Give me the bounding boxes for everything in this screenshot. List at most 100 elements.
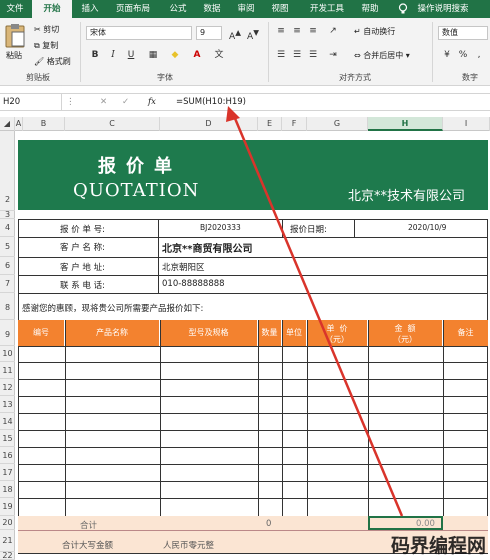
total-quantity[interactable]: 0 <box>266 519 271 529</box>
row-header[interactable]: 15 <box>0 430 15 447</box>
enter-icon[interactable]: ✓ <box>122 97 129 107</box>
row-header[interactable]: 14 <box>0 413 15 430</box>
address-value[interactable]: 北京朝阳区 <box>162 261 205 273</box>
column-header-A[interactable]: A <box>15 117 23 131</box>
row-header[interactable]: 10 <box>0 346 15 362</box>
select-all-corner[interactable]: ◢ <box>0 117 15 131</box>
row-header[interactable]: 6 <box>0 257 15 275</box>
wrap-text-button[interactable]: ↵ 自动换行 <box>354 26 395 37</box>
column-header-H[interactable]: H <box>368 117 443 131</box>
clipboard-group-label: 剪贴板 <box>26 73 50 82</box>
font-name-select[interactable]: 宋体 <box>86 26 192 40</box>
tab-help[interactable]: 帮助 <box>356 0 384 18</box>
align-left-icon[interactable]: ☰ <box>274 48 288 62</box>
quote-date-value[interactable]: 2020/10/9 <box>408 223 446 232</box>
merge-center-button[interactable]: ⇔ 合并后居中 ▾ <box>354 50 410 61</box>
cancel-icon[interactable]: ✕ <box>100 97 107 107</box>
tab-view[interactable]: 视图 <box>266 0 294 18</box>
row-header[interactable]: 12 <box>0 379 15 396</box>
column-header-D[interactable]: D <box>160 117 258 131</box>
quote-no-value[interactable]: BJ2020333 <box>200 223 241 232</box>
border-icon[interactable]: ▦ <box>146 48 160 62</box>
shrink-font-icon[interactable]: A▼ <box>246 26 260 42</box>
italic-button[interactable]: I <box>106 48 120 62</box>
tab-review[interactable]: 审阅 <box>232 0 260 18</box>
column-header-B[interactable]: B <box>23 117 65 131</box>
column-header-I[interactable]: I <box>443 117 490 131</box>
active-cell-H20[interactable] <box>368 516 443 530</box>
tab-data[interactable]: 数据 <box>198 0 226 18</box>
tab-home[interactable]: 开始 <box>32 0 72 18</box>
row-header[interactable]: 13 <box>0 396 15 413</box>
insert-function-icon[interactable]: fx <box>148 97 156 107</box>
border-line <box>18 498 488 499</box>
phone-value[interactable]: 010-88888888 <box>162 279 225 289</box>
row-header[interactable]: 3 <box>0 211 15 219</box>
border-line <box>158 219 159 293</box>
row-header[interactable]: 20 <box>0 516 15 530</box>
indent-icon[interactable]: ⇥ <box>326 48 340 62</box>
row-header[interactable]: 19 <box>0 498 15 516</box>
tab-page-layout[interactable]: 页面布局 <box>110 0 156 18</box>
align-top-icon[interactable]: ≡ <box>274 24 288 38</box>
tab-developer[interactable]: 开发工具 <box>304 0 350 18</box>
formula-input[interactable]: =SUM(H10:H19) <box>176 94 246 111</box>
merge-center-label: 合并后居中 <box>363 51 404 60</box>
watermark-text: 码界编程网 <box>390 535 486 557</box>
row-header[interactable]: 11 <box>0 362 15 379</box>
tab-insert[interactable]: 插入 <box>76 0 104 18</box>
comma-icon[interactable]: , <box>472 48 486 62</box>
row-header[interactable]: 17 <box>0 464 15 481</box>
total-words-value[interactable]: 人民币零元整 <box>163 539 214 551</box>
more-icon[interactable]: ⋮ <box>66 97 75 107</box>
row-header[interactable]: 4 <box>0 219 15 237</box>
tab-file[interactable]: 文件 <box>2 0 28 18</box>
row-header[interactable]: 2 <box>0 131 15 211</box>
orientation-icon[interactable]: ↗ <box>326 24 340 38</box>
border-line <box>18 257 488 258</box>
name-box[interactable]: H20 <box>0 94 62 111</box>
border-line <box>368 320 369 530</box>
customer-value[interactable]: 北京**商贸有限公司 <box>162 240 252 255</box>
align-middle-icon[interactable]: ≡ <box>290 24 304 38</box>
lightbulb-icon <box>396 0 410 18</box>
align-right-icon[interactable]: ☰ <box>306 48 320 62</box>
format-painter-button[interactable]: 🖌 格式刷 <box>34 56 71 67</box>
align-center-icon[interactable]: ☰ <box>290 48 304 62</box>
underline-button[interactable]: U <box>124 48 138 62</box>
tab-formulas[interactable]: 公式 <box>164 0 192 18</box>
row-header[interactable]: 8 <box>0 293 15 320</box>
border-line <box>18 430 488 431</box>
phonetic-icon[interactable]: 文 <box>212 48 226 62</box>
column-header-G[interactable]: G <box>307 117 368 131</box>
border-line <box>354 219 355 237</box>
percent-icon[interactable]: % <box>456 48 470 62</box>
ribbon-home: 粘贴 ✂ 剪切 ⧉ 复制 🖌 格式刷 剪贴板 宋体 9 A▲ A▼ B I U … <box>0 18 490 86</box>
paste-button[interactable]: 粘贴 <box>4 22 28 66</box>
grow-font-icon[interactable]: A▲ <box>228 26 242 42</box>
column-header-E[interactable]: E <box>258 117 282 131</box>
fill-color-icon[interactable]: ◆ <box>168 48 182 62</box>
row-header[interactable]: 5 <box>0 237 15 257</box>
phone-label: 联 系 电 话: <box>60 281 105 291</box>
column-header-F[interactable]: F <box>282 117 307 131</box>
copy-label: 复制 <box>42 41 59 50</box>
currency-icon[interactable]: ¥ <box>440 48 454 62</box>
row-header[interactable]: 9 <box>0 320 15 346</box>
bold-button[interactable]: B <box>88 48 102 62</box>
copy-button[interactable]: ⧉ 复制 <box>34 40 58 51</box>
border-line <box>18 379 488 380</box>
border-line <box>18 346 488 347</box>
font-size-select[interactable]: 9 <box>196 26 222 40</box>
tell-me-search[interactable]: 操作说明搜索 <box>414 0 472 18</box>
number-format-select[interactable]: 数值 <box>438 26 488 40</box>
column-header-C[interactable]: C <box>65 117 160 131</box>
row-header[interactable]: 22 <box>0 552 15 560</box>
row-header[interactable]: 16 <box>0 447 15 464</box>
row-header[interactable]: 21 <box>0 530 15 552</box>
row-header[interactable]: 18 <box>0 481 15 498</box>
row-header[interactable]: 7 <box>0 275 15 293</box>
font-color-icon[interactable]: A <box>190 48 204 62</box>
cut-button[interactable]: ✂ 剪切 <box>34 24 59 35</box>
align-bottom-icon[interactable]: ≡ <box>306 24 320 38</box>
